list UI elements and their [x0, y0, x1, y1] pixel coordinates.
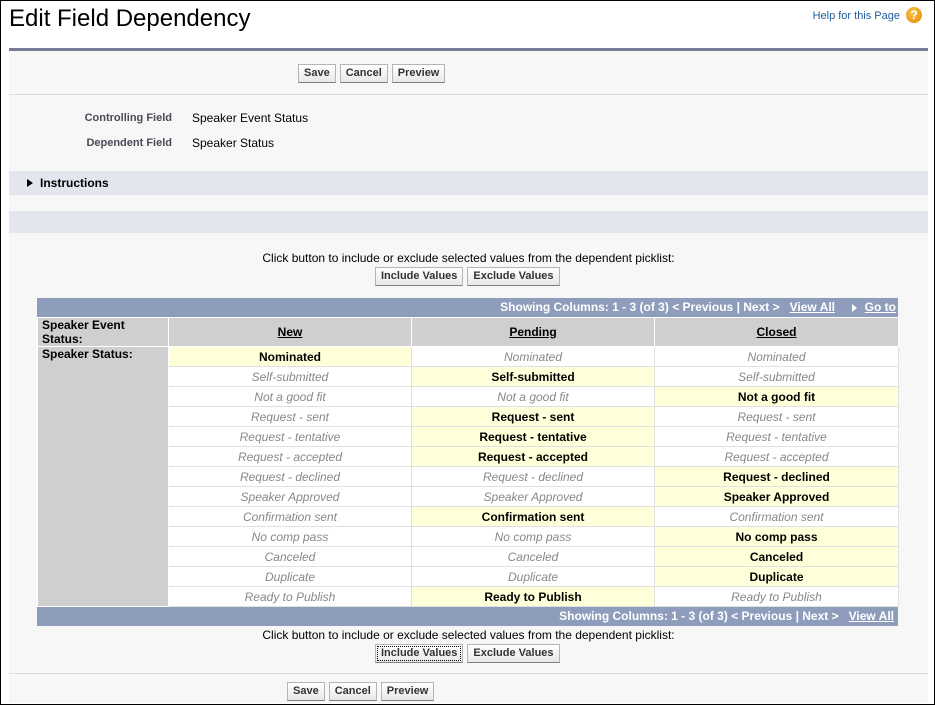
divider [9, 94, 928, 95]
controlling-row-label: Speaker Event Status: [37, 317, 169, 347]
excluded-value-cell[interactable]: Nominated [654, 346, 899, 367]
dependency-table: Speaker Event Status: New Pending Closed Spe… [37, 317, 899, 607]
column-header[interactable]: Closed [654, 317, 899, 347]
included-value-cell[interactable]: No comp pass [654, 526, 899, 547]
excluded-value-cell[interactable]: No comp pass [168, 526, 412, 547]
excluded-value-cell[interactable]: Canceled [411, 546, 655, 567]
include-values-button[interactable]: Include Values [375, 267, 464, 286]
column-nav-text-bottom: Showing Columns: 1 - 3 (of 3) < Previous… [559, 609, 894, 623]
included-value-cell[interactable]: Duplicate [654, 566, 899, 587]
excluded-value-cell[interactable]: Canceled [168, 546, 412, 567]
controlling-field-label: Controlling Field [84, 112, 172, 124]
showing-columns: Showing Columns: 1 - 3 (of 3) [559, 609, 728, 623]
included-value-cell[interactable]: Ready to Publish [411, 586, 655, 607]
included-value-cell[interactable]: Self-submitted [411, 366, 655, 387]
excluded-value-cell[interactable]: Request - declined [411, 466, 655, 487]
page-frame: Edit Field Dependency Help for this Page… [0, 0, 935, 705]
included-value-cell[interactable]: Request - accepted [411, 446, 655, 467]
column-header-link[interactable]: New [278, 325, 303, 339]
excluded-value-cell[interactable]: Request - accepted [654, 446, 899, 467]
next-link[interactable]: Next > [802, 609, 838, 623]
instructions-toggle[interactable]: Instructions [40, 176, 109, 190]
go-to-link[interactable]: Go to [865, 300, 896, 314]
included-value-cell[interactable]: Request - declined [654, 466, 899, 487]
column-nav-bottom: Showing Columns: 1 - 3 (of 3) < Previous… [37, 607, 898, 626]
column-nav-top: Showing Columns: 1 - 3 (of 3) < Previous… [37, 298, 898, 317]
excluded-value-cell[interactable]: Request - accepted [168, 446, 412, 467]
grid-section-header [9, 211, 928, 233]
column-header-link[interactable]: Closed [756, 325, 796, 339]
excluded-value-cell[interactable]: Request - declined [168, 466, 412, 487]
excluded-value-cell[interactable]: Self-submitted [168, 366, 412, 387]
dependent-field-value: Speaker Status [192, 136, 275, 150]
excluded-value-cell[interactable]: No comp pass [411, 526, 655, 547]
column-header-link[interactable]: Pending [509, 325, 556, 339]
column-nav-text: Showing Columns: 1 - 3 (of 3) < Previous… [500, 300, 896, 314]
previous-link[interactable]: < Previous [672, 300, 733, 314]
edit-panel: Save Cancel Preview Controlling Field Sp… [9, 48, 928, 703]
excluded-value-cell[interactable]: Confirmation sent [168, 506, 412, 527]
table-row: Speaker Status: Nominated Nominated Nominat… [37, 346, 899, 607]
question-circle-icon[interactable]: ? [906, 7, 922, 23]
include-exclude-hint: Click button to include or exclude selec… [262, 251, 675, 265]
top-include-exclude-row: Include Values Exclude Values [375, 267, 560, 286]
excluded-value-cell[interactable]: Request - sent [168, 406, 412, 427]
cancel-button[interactable]: Cancel [328, 682, 377, 701]
excluded-value-cell[interactable]: Request - tentative [654, 426, 899, 447]
include-exclude-hint-bottom: Click button to include or exclude selec… [262, 628, 675, 642]
excluded-value-cell[interactable]: Nominated [411, 346, 655, 367]
include-values-button[interactable]: Include Values [375, 644, 464, 663]
excluded-value-cell[interactable]: Ready to Publish [654, 586, 899, 607]
included-value-cell[interactable]: Request - tentative [411, 426, 655, 447]
dependent-field-label: Dependent Field [86, 137, 172, 149]
preview-button[interactable]: Preview [391, 64, 446, 83]
bottom-button-row: Save Cancel Preview [287, 682, 435, 701]
controlling-field-value: Speaker Event Status [192, 111, 309, 125]
save-button[interactable]: Save [298, 64, 336, 83]
excluded-value-cell[interactable]: Not a good fit [411, 386, 655, 407]
cancel-button[interactable]: Cancel [339, 64, 388, 83]
included-value-cell[interactable]: Confirmation sent [411, 506, 655, 527]
controlling-values-row: Speaker Event Status: New Pending Closed [37, 317, 899, 347]
triangle-right-icon [851, 303, 857, 312]
excluded-value-cell[interactable]: Request - tentative [168, 426, 412, 447]
next-link[interactable]: Next > [743, 300, 779, 314]
included-value-cell[interactable]: Canceled [654, 546, 899, 567]
preview-button[interactable]: Preview [380, 682, 435, 701]
nav-separator: | [736, 300, 740, 314]
excluded-value-cell[interactable]: Confirmation sent [654, 506, 899, 527]
bottom-include-exclude-row: Include Values Exclude Values [375, 644, 560, 663]
dependent-row-label: Speaker Status: [37, 346, 169, 607]
included-value-cell[interactable]: Speaker Approved [654, 486, 899, 507]
included-value-cell[interactable]: Request - sent [411, 406, 655, 427]
page-title: Edit Field Dependency [9, 5, 251, 32]
excluded-value-cell[interactable]: Not a good fit [168, 386, 412, 407]
excluded-value-cell[interactable]: Request - sent [654, 406, 899, 427]
included-value-cell[interactable]: Nominated [168, 346, 412, 367]
view-all-link[interactable]: View All [790, 300, 835, 314]
instructions-section[interactable]: Instructions [9, 171, 928, 195]
column-header[interactable]: New [168, 317, 412, 347]
top-button-row: Save Cancel Preview [298, 64, 446, 83]
view-all-link[interactable]: View All [849, 609, 894, 623]
triangle-right-icon [27, 179, 33, 187]
showing-columns: Showing Columns: 1 - 3 (of 3) [500, 300, 669, 314]
excluded-value-cell[interactable]: Speaker Approved [411, 486, 655, 507]
previous-link[interactable]: < Previous [731, 609, 792, 623]
excluded-value-cell[interactable]: Duplicate [411, 566, 655, 587]
save-button[interactable]: Save [287, 682, 325, 701]
included-value-cell[interactable]: Not a good fit [654, 386, 899, 407]
excluded-value-cell[interactable]: Ready to Publish [168, 586, 412, 607]
excluded-value-cell[interactable]: Self-submitted [654, 366, 899, 387]
exclude-values-button[interactable]: Exclude Values [467, 644, 560, 663]
column-header[interactable]: Pending [411, 317, 655, 347]
excluded-value-cell[interactable]: Duplicate [168, 566, 412, 587]
dependency-matrix: Showing Columns: 1 - 3 (of 3) < Previous… [37, 298, 899, 626]
exclude-values-button[interactable]: Exclude Values [467, 267, 560, 286]
excluded-value-cell[interactable]: Speaker Approved [168, 486, 412, 507]
divider [9, 673, 928, 674]
nav-separator: | [795, 609, 799, 623]
help-link[interactable]: Help for this Page [813, 10, 900, 22]
